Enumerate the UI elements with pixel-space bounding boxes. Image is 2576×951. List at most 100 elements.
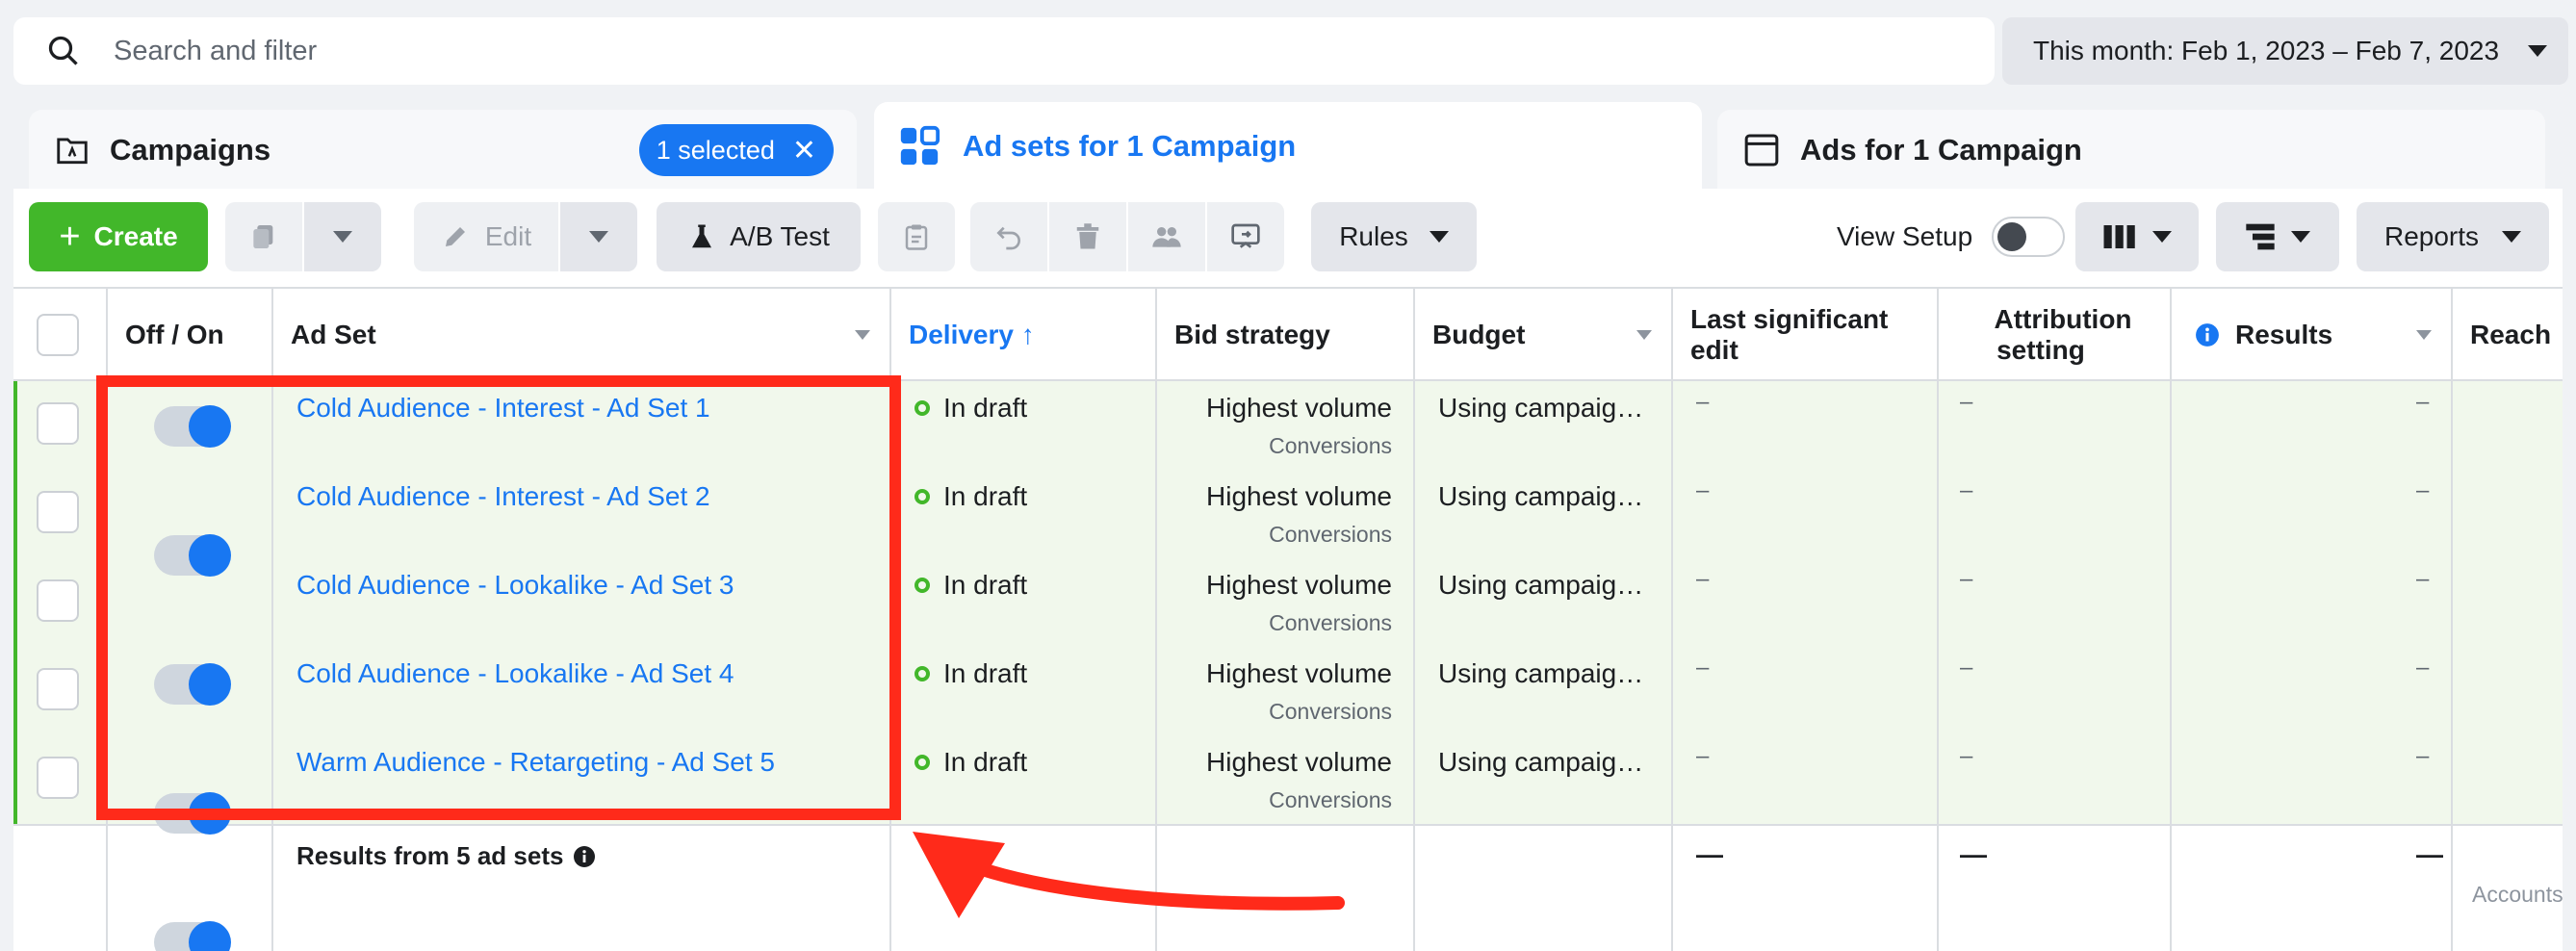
ab-test-button[interactable]: A/B Test [657, 202, 861, 271]
row-checkbox[interactable] [37, 402, 79, 445]
search-input[interactable]: Search and filter [114, 36, 317, 67]
search-icon [48, 36, 78, 65]
edit-dropdown[interactable] [560, 202, 637, 271]
column-divider [1671, 289, 1673, 951]
tab-ads-label: Ads for 1 Campaign [1800, 133, 2082, 167]
delivery-status-text: In draft [943, 393, 1028, 423]
preview-button[interactable] [1207, 202, 1284, 271]
info-icon[interactable] [2195, 322, 2220, 347]
column-header-label: edit [1690, 335, 1739, 365]
date-range-label: This month: Feb 1, 2023 – Feb 7, 2023 [2033, 36, 2500, 65]
summary-label: Results from 5 ad sets [296, 841, 596, 871]
sort-caret-icon[interactable] [2416, 330, 2432, 340]
delete-button[interactable] [1049, 202, 1126, 271]
column-header-label: setting [1996, 335, 2085, 365]
column-header-label: Last significant [1690, 304, 1889, 334]
columns-button[interactable] [2075, 202, 2199, 271]
edit-label: Edit [484, 221, 532, 251]
duplicate-dropdown[interactable] [304, 202, 381, 271]
view-setup[interactable]: View Setup [1837, 202, 2066, 271]
sort-caret-icon[interactable] [855, 330, 870, 340]
summary-attribution: — [1960, 839, 1987, 869]
sort-caret-icon[interactable] [1636, 330, 1652, 340]
summary-results: — [2416, 839, 2443, 869]
results-value: – [2416, 743, 2430, 769]
rules-button[interactable]: Rules [1311, 202, 1477, 271]
close-icon[interactable]: ✕ [792, 134, 816, 167]
bid-strategy-sub: Conversions [1269, 522, 1392, 547]
selected-count: 1 selected [656, 135, 775, 165]
duplicate-button[interactable] [225, 202, 302, 271]
date-range-picker[interactable]: This month: Feb 1, 2023 – Feb 7, 2023 [2002, 17, 2568, 85]
column-header-reach[interactable]: Reach [2453, 289, 2563, 381]
last-edit-value: – [1696, 566, 1710, 592]
attribution-value: – [1960, 743, 1973, 769]
row-checkbox[interactable] [37, 491, 79, 533]
row-checkbox[interactable] [37, 579, 79, 622]
attribution-value: – [1960, 655, 1973, 681]
delivery-status: In draft [914, 658, 1027, 689]
results-value: – [2416, 566, 2430, 592]
chevron-down-icon [1429, 231, 1449, 243]
preview-icon [1231, 223, 1260, 248]
breakdown-button[interactable] [2216, 202, 2339, 271]
row-checkbox[interactable] [37, 668, 79, 710]
column-header-last-edit[interactable]: Last significant edit [1673, 289, 1937, 381]
search-bar[interactable]: Search and filter [13, 17, 1995, 85]
bid-strategy: Highest volume [1206, 658, 1392, 688]
tab-ad-sets[interactable]: Ad sets for 1 Campaign [874, 102, 1702, 191]
status-dot-icon [914, 578, 930, 593]
clipboard-button[interactable] [878, 202, 955, 271]
info-icon[interactable] [573, 845, 596, 868]
attribution-value: – [1960, 566, 1973, 592]
bid-strategy-sub: Conversions [1269, 699, 1392, 724]
undo-button[interactable] [970, 202, 1047, 271]
results-value: – [2416, 477, 2430, 503]
columns-icon [2103, 225, 2135, 248]
ad-set-toggle[interactable] [154, 921, 231, 951]
reports-button[interactable]: Reports [2357, 202, 2549, 271]
audience-button[interactable] [1128, 202, 1205, 271]
budget: Using campaig… [1438, 747, 1644, 777]
last-edit-value: – [1696, 389, 1710, 415]
column-header-ad-set[interactable]: Ad Set [273, 289, 889, 381]
results-value: – [2416, 389, 2430, 415]
delivery-status-text: In draft [943, 747, 1028, 777]
row-checkbox[interactable] [37, 757, 79, 799]
create-button[interactable]: + Create [29, 202, 208, 271]
select-all-checkbox[interactable] [37, 314, 79, 356]
attribution-value: – [1960, 477, 1973, 503]
tab-ads[interactable]: Ads for 1 Campaign [1717, 110, 2545, 191]
column-divider [1937, 289, 1939, 951]
reports-label: Reports [2383, 221, 2480, 251]
delivery-status: In draft [914, 570, 1027, 601]
rules-label: Rules [1339, 221, 1408, 251]
ab-test-label: A/B Test [730, 221, 830, 251]
tab-campaigns[interactable]: Campaigns 1 selected ✕ [29, 110, 857, 191]
column-header-label: Reach [2470, 320, 2552, 349]
budget: Using campaig… [1438, 658, 1644, 688]
selected-badge[interactable]: 1 selected ✕ [638, 124, 834, 176]
bid-strategy-sub: Conversions [1269, 610, 1392, 635]
breakdown-icon [2246, 223, 2275, 250]
bid-strategy-sub: Conversions [1269, 433, 1392, 458]
ad-sets-grid-icon [900, 125, 940, 166]
view-setup-label: View Setup [1837, 221, 1973, 251]
annotation-arrow [913, 832, 1345, 918]
attribution-value: – [1960, 389, 1973, 415]
column-header-results[interactable]: Results [2172, 289, 2451, 381]
column-header-budget[interactable]: Budget [1415, 289, 1671, 381]
column-header-bid-strategy[interactable]: Bid strategy [1157, 289, 1413, 381]
people-icon [1152, 227, 1181, 247]
column-header-attribution[interactable]: Attribution setting [1939, 289, 2170, 381]
column-divider [1413, 289, 1415, 951]
delivery-status: In draft [914, 393, 1027, 424]
edit-button[interactable]: Edit [414, 202, 558, 271]
view-setup-toggle[interactable] [1992, 217, 2066, 257]
column-header-delivery[interactable]: Delivery ↑ [891, 289, 1155, 381]
chevron-down-icon [2152, 231, 2172, 243]
budget: Using campaig… [1438, 481, 1644, 511]
plus-icon: + [59, 216, 81, 257]
bid-strategy: Highest volume [1206, 481, 1392, 511]
column-header-off-on[interactable]: Off / On [108, 289, 271, 381]
